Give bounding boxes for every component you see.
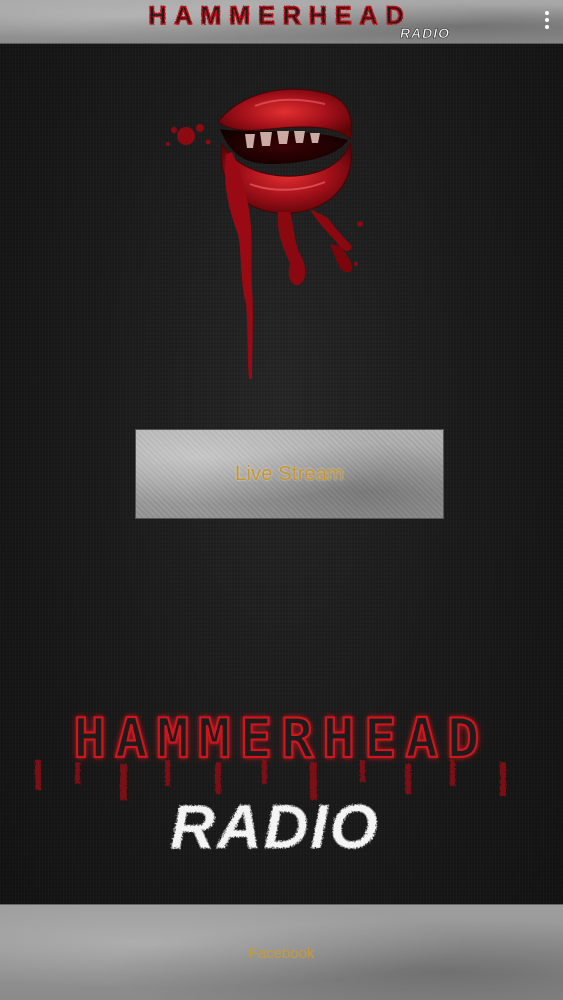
header-logo-title: HAMMERHEAD [148,2,411,30]
live-stream-button[interactable]: Live Stream [135,429,444,519]
header-logo: HAMMERHEAD RADIO [148,1,450,41]
app-screen: HAMMERHEAD RADIO Live Stream HAMMERHEAD … [0,0,563,1000]
hammerhead-radio-logo: HAMMERHEAD RADIO [35,706,506,863]
facebook-label: Facebook [248,944,315,962]
facebook-button[interactable]: Facebook [0,904,563,1000]
bloody-lips-icon [166,88,363,379]
more-vert-icon[interactable] [537,6,557,34]
live-stream-label: Live Stream [235,462,344,485]
app-header: HAMMERHEAD RADIO [0,0,563,44]
header-logo-subtitle: RADIO [400,25,450,41]
logo-title: HAMMERHEAD [73,707,488,770]
logo-subtitle: RADIO [170,793,380,862]
